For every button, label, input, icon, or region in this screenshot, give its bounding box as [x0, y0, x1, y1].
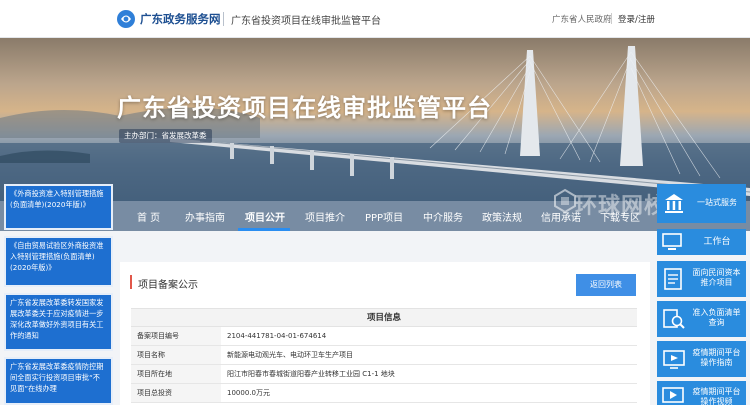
- row-value: 新能源电动观光车、电动环卫车生产项目: [227, 351, 353, 359]
- row-value: 2104-441781-04-01-674614: [227, 332, 327, 340]
- table-row: 项目总投资 10000.0万元: [131, 384, 637, 403]
- header-divider: [223, 12, 224, 26]
- nav-policy[interactable]: 政策法规: [482, 209, 522, 224]
- nav-active-indicator: [238, 228, 290, 231]
- tile-label: 面向民间资本推介项目: [692, 268, 741, 287]
- row-label: 项目总投资: [131, 384, 221, 402]
- notice-link[interactable]: 《自由贸易试验区外商投资准入特别管理措施(负面清单)(2020年版)》: [4, 236, 113, 287]
- tile-label: 疫情期间平台操作视频: [692, 387, 741, 405]
- tile-epidemic-video[interactable]: 疫情期间平台操作视频: [657, 381, 746, 405]
- video-icon: [662, 387, 684, 403]
- guide-icon: [663, 350, 685, 369]
- building-icon: [665, 194, 683, 213]
- project-info-table: 项目信息 备案项目编号 2104-441781-04-01-674614 项目名…: [131, 308, 637, 403]
- monitor-icon: [662, 233, 682, 250]
- nav-guide[interactable]: 办事指南: [185, 209, 225, 224]
- panel-title-accent: [130, 275, 132, 289]
- nav-agency-service[interactable]: 中介服务: [423, 209, 463, 224]
- watermark-logo-icon: [554, 188, 576, 214]
- tile-label: 一站式服务: [697, 198, 737, 207]
- table-row: 项目所在地 阳江市阳春市春城街道阳春产业转移工业园 C1-1 地块: [131, 365, 637, 384]
- gov-link[interactable]: 广东省人民政府: [552, 13, 612, 25]
- tile-negative-list-query[interactable]: 准入负面清单查询: [657, 301, 746, 337]
- project-record-panel: 项目备案公示 返回列表 项目信息 备案项目编号 2104-441781-04-0…: [120, 262, 650, 405]
- back-to-list-button[interactable]: 返回列表: [576, 274, 636, 296]
- banner-title: 广东省投资项目在线审批监管平台: [117, 94, 492, 122]
- notice-link[interactable]: 《外商投资准入特别管理措施(负面清单)(2020年版)》: [4, 184, 113, 230]
- tile-private-capital-projects[interactable]: 面向民间资本推介项目: [657, 261, 746, 297]
- platform-name[interactable]: 广东省投资项目在线审批监管平台: [231, 12, 381, 27]
- top-link-separator: [611, 13, 612, 24]
- site-name[interactable]: 广东政务服务网: [140, 11, 221, 27]
- tile-one-stop-service[interactable]: 一站式服务: [657, 184, 746, 223]
- table-title: 项目信息: [131, 309, 637, 327]
- panel-title: 项目备案公示: [138, 280, 198, 291]
- banner-subtitle: 主办部门：省发展改革委: [119, 129, 212, 143]
- nav-ppp[interactable]: PPP项目: [365, 209, 403, 224]
- guangdong-gov-logo-icon[interactable]: [116, 9, 136, 29]
- nav-project-promotion[interactable]: 项目推介: [305, 209, 345, 224]
- tile-workbench[interactable]: 工作台: [657, 229, 746, 255]
- search-doc-icon: [663, 309, 685, 329]
- row-label: 备案项目编号: [131, 327, 221, 345]
- row-value: 10000.0万元: [227, 389, 270, 397]
- hero-banner: 广东省投资项目在线审批监管平台 主办部门：省发展改革委: [0, 38, 750, 201]
- tile-label: 准入负面清单查询: [692, 308, 741, 327]
- login-register-link[interactable]: 登录/注册: [618, 13, 655, 25]
- table-row: 备案项目编号 2104-441781-04-01-674614: [131, 327, 637, 346]
- watermark-text: 环球网校: [575, 194, 668, 219]
- notice-link[interactable]: 广东省发展改革委转发国家发展改革委关于应对疫情进一步深化改革做好外资项目有关工作…: [4, 293, 113, 351]
- table-row: 项目名称 新能源电动观光车、电动环卫车生产项目: [131, 346, 637, 365]
- document-icon: [664, 268, 682, 290]
- tile-label: 工作台: [703, 237, 731, 247]
- tile-epidemic-guide[interactable]: 疫情期间平台操作指南: [657, 341, 746, 377]
- tile-label: 疫情期间平台操作指南: [692, 348, 741, 367]
- row-value: 阳江市阳春市春城街道阳春产业转移工业园 C1-1 地块: [227, 370, 395, 378]
- row-label: 项目所在地: [131, 365, 221, 383]
- top-header: 广东政务服务网 广东省投资项目在线审批监管平台 广东省人民政府 登录/注册: [0, 0, 750, 38]
- row-label: 项目名称: [131, 346, 221, 364]
- notice-link[interactable]: 广东省发展改革委疫情防控期间全面实行投资项目审批“不见面”在线办理: [4, 357, 113, 405]
- nav-home[interactable]: 首 页: [137, 209, 160, 224]
- nav-project-disclosure[interactable]: 项目公开: [245, 209, 285, 224]
